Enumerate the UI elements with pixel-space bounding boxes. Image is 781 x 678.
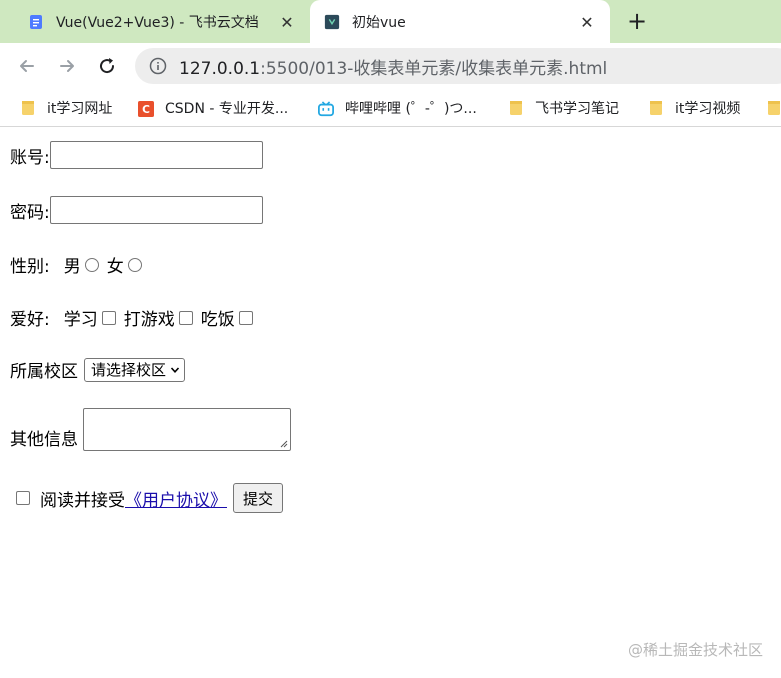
- campus-label: 所属校区: [10, 362, 78, 382]
- arrow-left-icon: [20, 60, 34, 72]
- account-input[interactable]: [49, 141, 263, 169]
- gender-row: 性别: 男 女: [10, 252, 150, 277]
- bookmarks-bar: it学习网址 C CSDN - 专业开发... 哔哩哔哩 (゜-゜)つ... 飞…: [0, 89, 781, 127]
- page-content: 账号: 密码: 性别: 男 女 爱好: 学习 打游戏 吃饭 所属校区 请选择校区…: [0, 128, 781, 678]
- svg-text:C: C: [142, 103, 150, 116]
- info-icon[interactable]: [149, 57, 167, 75]
- new-tab-button[interactable]: +: [624, 9, 650, 35]
- campus-select[interactable]: 请选择校区: [84, 357, 186, 382]
- tab-initial-vue[interactable]: 初始vue ✕: [310, 0, 610, 43]
- account-label: 账号:: [10, 147, 50, 168]
- close-icon[interactable]: ✕: [578, 13, 596, 32]
- bookmark-bilibili[interactable]: 哔哩哔哩 (゜-゜)つ...: [318, 98, 477, 118]
- folder-icon: [648, 100, 664, 116]
- folder-icon: [508, 100, 524, 116]
- hobby-study-label: 学习: [63, 310, 98, 330]
- hobby-study-checkbox[interactable]: [101, 310, 116, 325]
- campus-row: 所属校区 请选择校区: [10, 357, 186, 382]
- password-label: 密码:: [10, 202, 50, 223]
- tab-title: Vue(Vue2+Vue3) - 飞书云文档: [56, 14, 259, 31]
- gender-male-radio[interactable]: [84, 257, 99, 272]
- tab-vue-doc[interactable]: Vue(Vue2+Vue3) - 飞书云文档 ✕: [0, 0, 310, 43]
- csdn-icon: C: [138, 100, 154, 117]
- other-info-row: 其他信息: [10, 408, 291, 451]
- tab-strip: Vue(Vue2+Vue3) - 飞书云文档 ✕ 初始vue ✕ +: [0, 0, 781, 43]
- reload-button[interactable]: [96, 55, 118, 77]
- close-icon[interactable]: ✕: [278, 13, 296, 32]
- folder-icon: [766, 100, 781, 116]
- resize-grip-icon: [280, 440, 288, 448]
- password-row: 密码:: [10, 196, 263, 224]
- hobby-eat-checkbox[interactable]: [238, 310, 253, 325]
- agree-text: 阅读并接受: [40, 490, 125, 511]
- agreement-row: 阅读并接受 《用户协议》 提交: [10, 483, 284, 513]
- chevron-down-icon: [170, 365, 180, 375]
- bookmark-feishu-notes[interactable]: 飞书学习笔记: [508, 98, 619, 118]
- forward-button[interactable]: [56, 55, 78, 77]
- hobby-game-checkbox[interactable]: [178, 310, 193, 325]
- user-agreement-link[interactable]: 《用户协议》: [125, 486, 227, 511]
- bookmark-it-sites[interactable]: it学习网址: [20, 98, 112, 118]
- doc-icon: [28, 14, 44, 30]
- bookmark-overflow[interactable]: [766, 98, 781, 118]
- gender-male-label: 男: [63, 257, 81, 277]
- back-button[interactable]: [16, 55, 38, 77]
- folder-icon: [20, 100, 36, 116]
- tab-title: 初始vue: [352, 14, 406, 31]
- hobby-row: 爱好: 学习 打游戏 吃饭: [10, 305, 261, 330]
- agree-checkbox[interactable]: [16, 491, 30, 505]
- bookmark-it-videos[interactable]: it学习视频: [648, 98, 740, 118]
- page-icon: [324, 14, 340, 30]
- account-row: 账号:: [10, 141, 263, 169]
- bookmark-csdn[interactable]: C CSDN - 专业开发...: [138, 98, 288, 118]
- hobby-label: 爱好:: [10, 310, 50, 330]
- hobby-game-label: 打游戏: [123, 310, 175, 330]
- browser-toolbar: 127.0.0.1:5500/013-收集表单元素/收集表单元素.html: [0, 43, 781, 89]
- gender-label: 性别:: [10, 257, 50, 277]
- url-text: 127.0.0.1:5500/013-收集表单元素/收集表单元素.html: [179, 58, 608, 79]
- arrow-right-icon: [60, 60, 74, 72]
- reload-icon: [100, 58, 115, 74]
- hobby-eat-label: 吃饭: [200, 310, 235, 330]
- gender-female-radio[interactable]: [127, 257, 142, 272]
- bilibili-icon: [318, 100, 334, 117]
- other-info-label: 其他信息: [10, 430, 78, 450]
- password-input[interactable]: [49, 196, 263, 224]
- submit-button[interactable]: 提交: [233, 483, 284, 513]
- address-bar[interactable]: 127.0.0.1:5500/013-收集表单元素/收集表单元素.html: [135, 48, 781, 84]
- other-info-textarea[interactable]: [83, 408, 291, 451]
- gender-female-label: 女: [106, 257, 124, 277]
- watermark: @稀土掘金技术社区: [627, 641, 763, 659]
